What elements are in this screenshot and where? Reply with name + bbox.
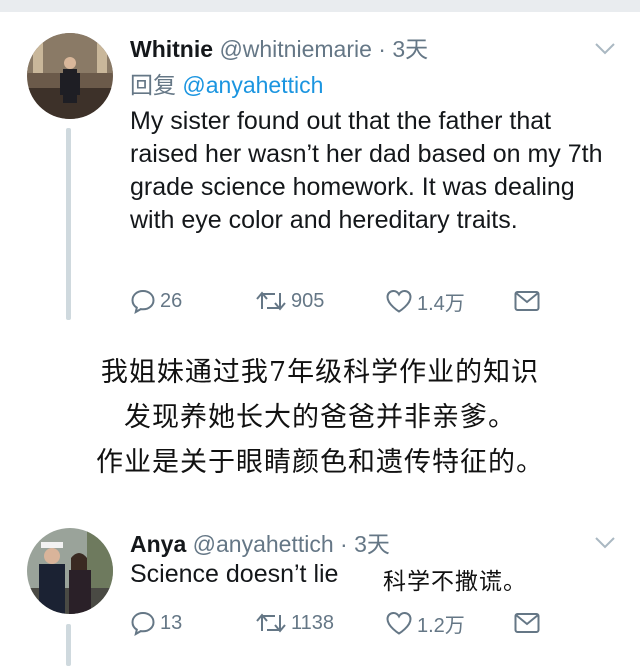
reply-icon bbox=[131, 289, 155, 314]
inline-caption: 科学不撒谎。 bbox=[383, 569, 527, 595]
retweet-button[interactable]: 905 bbox=[255, 286, 324, 316]
display-name[interactable]: Whitnie bbox=[130, 36, 213, 62]
like-count: 1.2万 bbox=[417, 614, 465, 637]
chevron-down-icon[interactable] bbox=[594, 42, 616, 56]
like-button[interactable]: 1.4万 bbox=[385, 286, 465, 316]
reply-button[interactable]: 13 bbox=[130, 608, 182, 638]
thread-line bbox=[66, 624, 71, 666]
reply-icon bbox=[131, 611, 155, 636]
like-button[interactable]: 1.2万 bbox=[385, 608, 465, 638]
like-count: 1.4万 bbox=[417, 292, 465, 315]
tweet-header: Whitnie @whitniemarie · 3天 bbox=[130, 30, 428, 64]
caption-line-1: 我姐妹通过我7年级科学作业的知识 bbox=[100, 357, 540, 388]
tweet-text: My sister found out that the father that… bbox=[130, 107, 603, 234]
reply-to-line: 回复 @anyahettich bbox=[130, 66, 323, 100]
retweet-count: 905 bbox=[291, 289, 325, 312]
caption-line-3: 作业是关于眼睛颜色和遗传特征的。 bbox=[96, 447, 544, 478]
separator-dot: · bbox=[340, 531, 348, 557]
reply-count: 26 bbox=[160, 289, 183, 312]
share-icon bbox=[514, 613, 540, 633]
user-handle[interactable]: @whitniemarie bbox=[219, 36, 371, 62]
thread-line bbox=[66, 128, 71, 320]
user-handle[interactable]: @anyahettich bbox=[193, 531, 334, 557]
tweet-actions: 26 905 1.4万 bbox=[130, 286, 610, 316]
reply-count: 13 bbox=[160, 611, 183, 634]
reply-mention[interactable]: @anyahettich bbox=[182, 72, 323, 98]
share-button[interactable] bbox=[513, 286, 541, 316]
retweet-icon bbox=[256, 291, 286, 311]
caption-line-2: 发现养她长大的爸爸并非亲爹。 bbox=[124, 402, 516, 433]
retweet-icon bbox=[256, 613, 286, 633]
avatar[interactable] bbox=[27, 33, 113, 119]
like-icon bbox=[386, 289, 412, 313]
top-bar bbox=[0, 0, 640, 12]
tweet-actions: 13 1138 1.2万 bbox=[130, 608, 610, 638]
timestamp[interactable]: 3天 bbox=[354, 531, 390, 557]
chevron-down-icon[interactable] bbox=[594, 536, 616, 550]
tweet-text: Science doesn’t lie bbox=[130, 560, 339, 588]
share-button[interactable] bbox=[513, 608, 541, 638]
like-icon bbox=[386, 611, 412, 635]
reply-to-label: 回复 bbox=[130, 72, 176, 98]
avatar[interactable] bbox=[27, 528, 113, 614]
retweet-button[interactable]: 1138 bbox=[255, 608, 334, 638]
timestamp[interactable]: 3天 bbox=[392, 36, 428, 62]
retweet-count: 1138 bbox=[291, 611, 335, 634]
tweet-header: Anya @anyahettich · 3天 bbox=[130, 525, 390, 559]
reply-button[interactable]: 26 bbox=[130, 286, 182, 316]
display-name[interactable]: Anya bbox=[130, 531, 186, 557]
separator-dot: · bbox=[378, 36, 386, 62]
share-icon bbox=[514, 291, 540, 311]
